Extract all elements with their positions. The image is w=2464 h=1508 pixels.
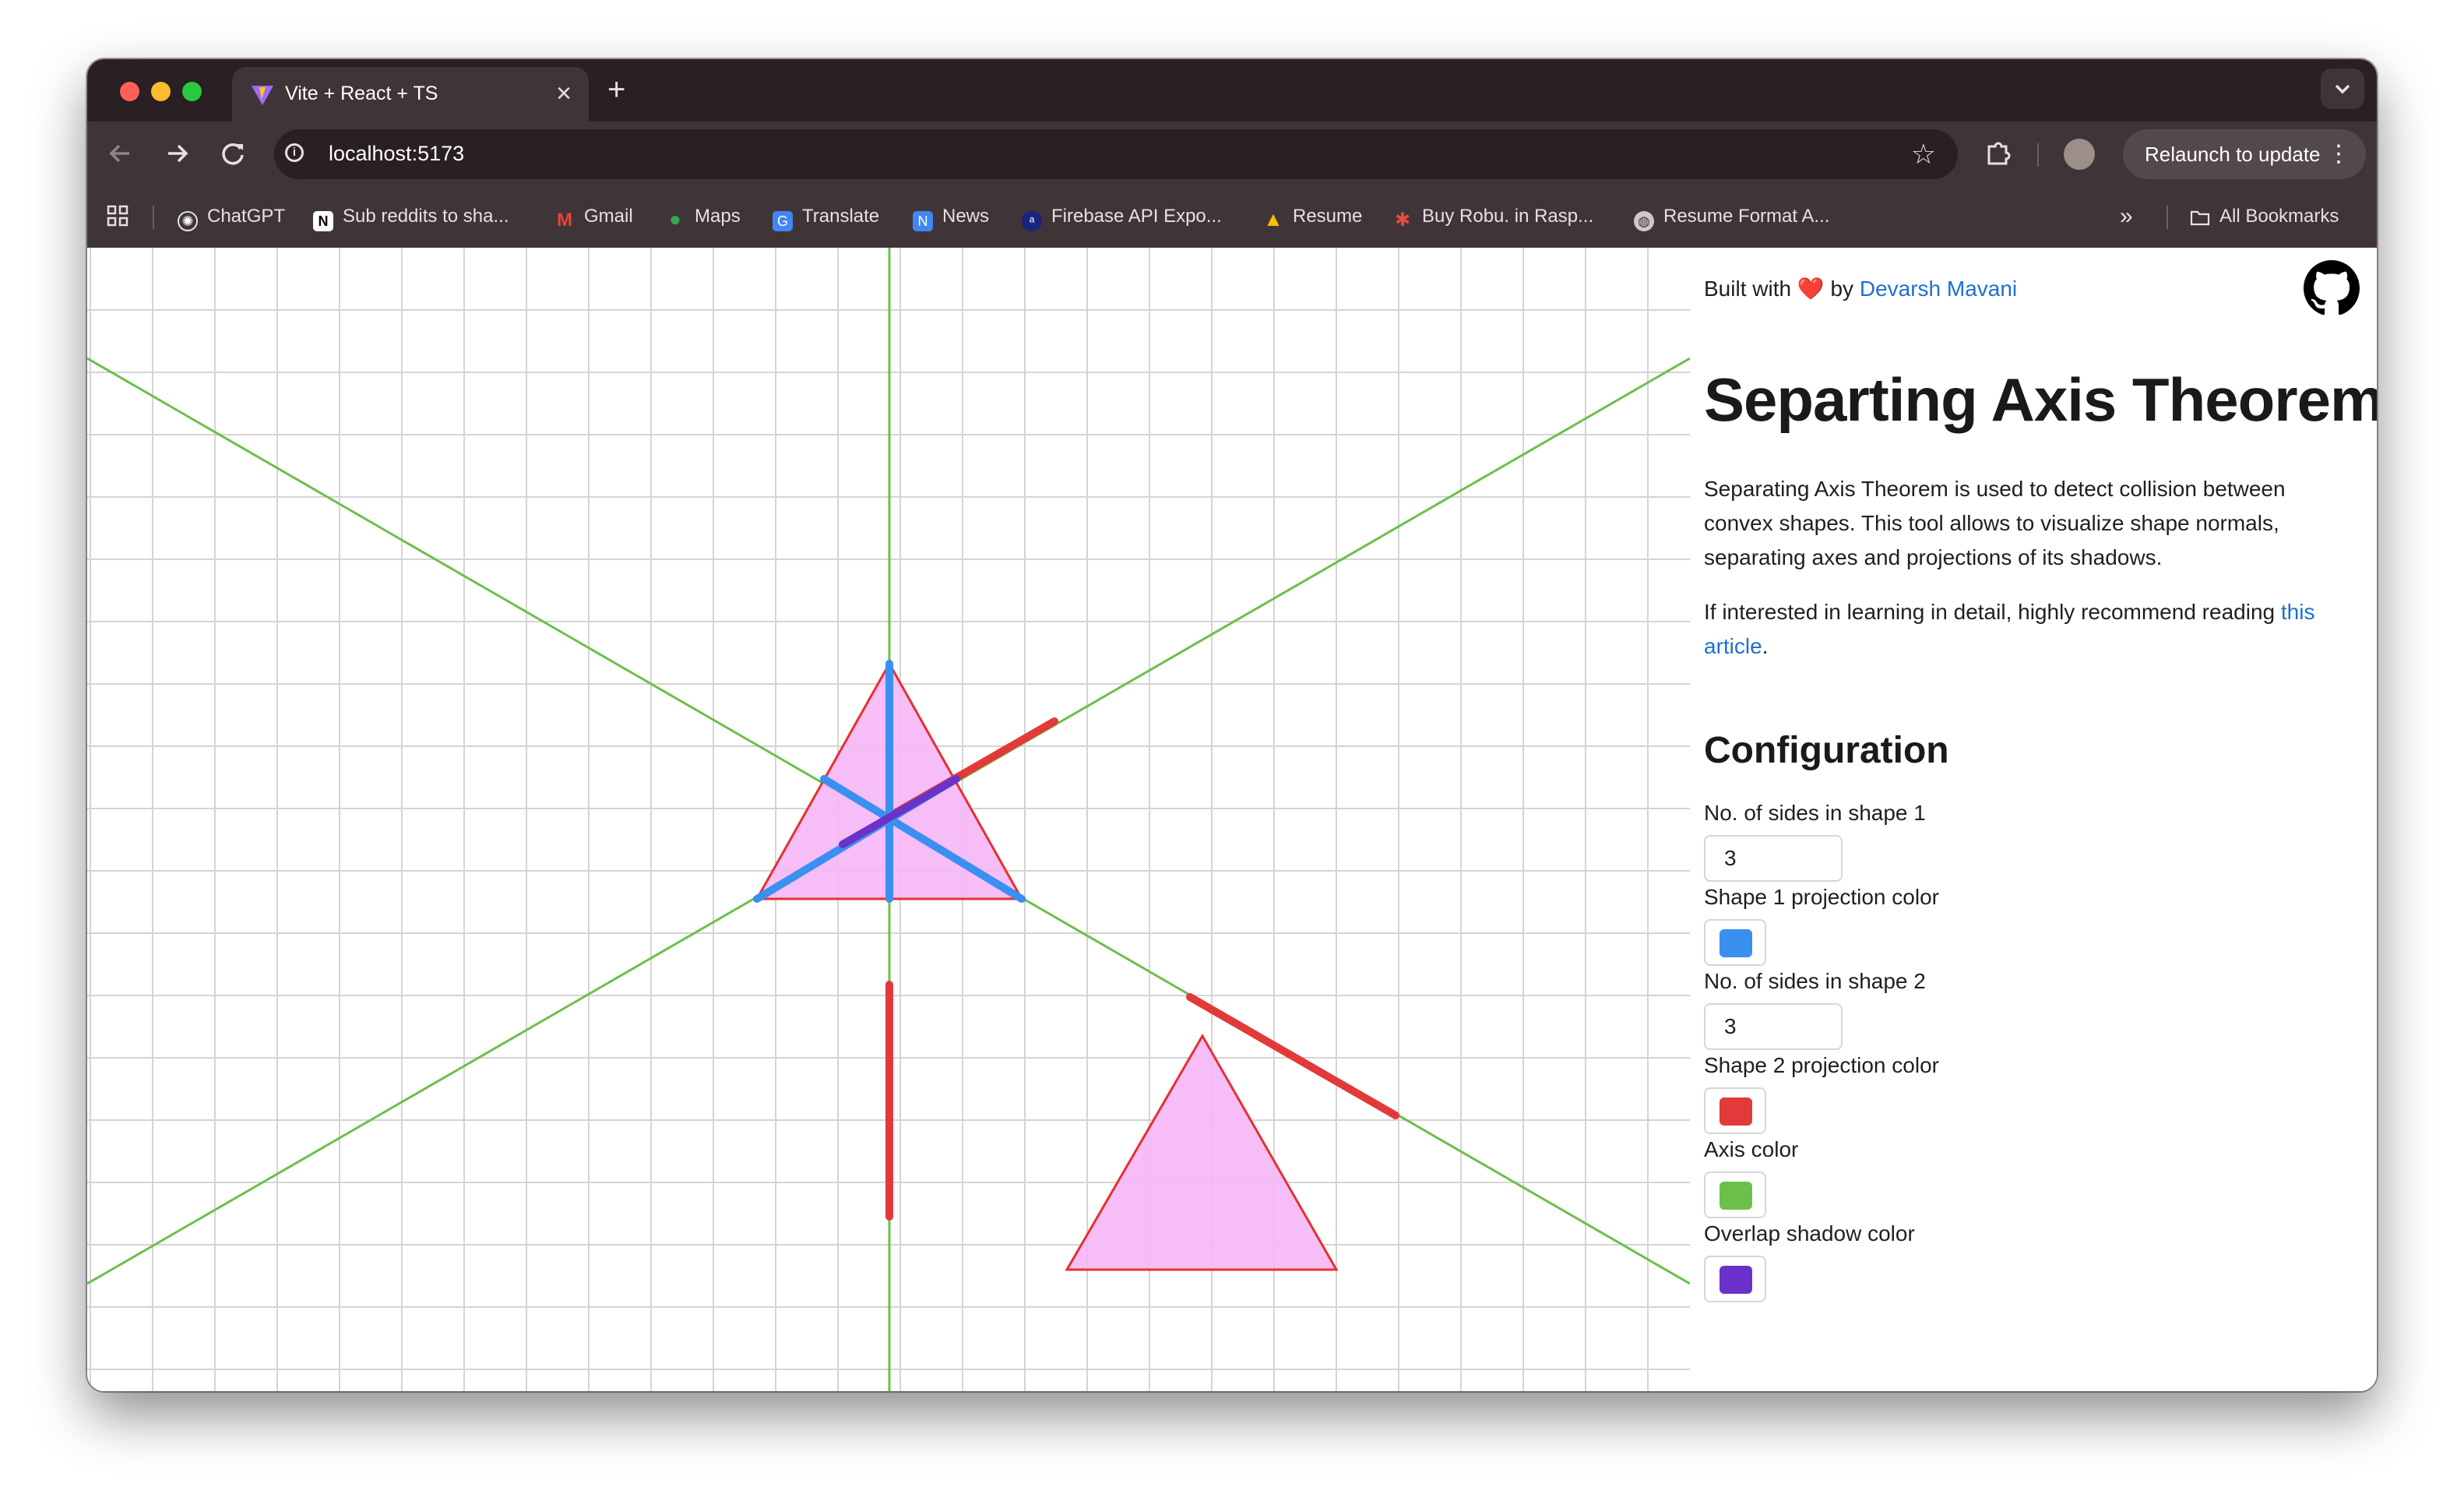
bookmark-subreddits[interactable]: N Sub reddits to sha...	[313, 203, 509, 231]
more-bookmarks-icon[interactable]: »	[2120, 203, 2133, 231]
forward-icon[interactable]	[159, 136, 195, 171]
chatgpt-icon: ✺	[178, 211, 198, 231]
toolbar-divider	[2037, 143, 2039, 167]
back-icon[interactable]	[103, 136, 139, 171]
site-info-icon[interactable]: i	[285, 143, 304, 162]
github-icon[interactable]	[2304, 260, 2360, 316]
shape-2-triangle	[1065, 1033, 1339, 1271]
news-icon: N	[913, 211, 933, 231]
tab-close-icon[interactable]: ×	[556, 78, 572, 109]
bookmark-label: Firebase API Expo...	[1051, 206, 1222, 227]
heart-icon: ❤️	[1797, 277, 1825, 301]
menu-dots-icon: ⋮	[2327, 141, 2350, 167]
shape1-color-picker[interactable]	[1704, 919, 1766, 966]
bookmark-label: ChatGPT	[207, 206, 286, 227]
built-with-text: Built with	[1704, 277, 1792, 301]
shape1-sides-input[interactable]: 3	[1704, 835, 1843, 882]
notion-icon: N	[313, 211, 333, 231]
bookmark-label: Maps	[695, 206, 741, 227]
configuration-heading: Configuration	[1704, 730, 1949, 771]
tab-title: Vite + React + TS	[285, 83, 438, 104]
folder-icon	[2190, 209, 2210, 229]
tab-search-button[interactable]	[2321, 69, 2364, 109]
all-bookmarks-label: All Bookmarks	[2219, 206, 2339, 227]
bookmark-firebase[interactable]: ᵃ Firebase API Expo...	[1022, 203, 1222, 231]
close-window-button[interactable]	[120, 82, 139, 101]
browser-window: Vite + React + TS × + i localhost:5173 ☆	[87, 59, 2377, 1391]
gmail-icon: M	[557, 210, 572, 231]
shape2-color-label: Shape 2 projection color	[1704, 1053, 1939, 1077]
relaunch-button[interactable]: Relaunch to update ⋮	[2123, 129, 2366, 179]
bookmark-robu[interactable]: ✱ Buy Robu. in Rasp...	[1392, 203, 1593, 231]
bookmark-label: Gmail	[584, 206, 633, 227]
axis-color-picker[interactable]	[1704, 1172, 1766, 1218]
bookmarks-divider	[2167, 206, 2168, 229]
bookmark-chatgpt[interactable]: ✺ ChatGPT	[178, 203, 285, 231]
shape1-color-label: Shape 1 projection color	[1704, 885, 1939, 909]
minimize-window-button[interactable]	[151, 82, 171, 101]
bookmark-resume-format[interactable]: ◍ Resume Format A...	[1634, 203, 1829, 231]
bookmark-star-icon[interactable]: ☆	[1911, 137, 1936, 171]
bookmark-label: Sub reddits to sha...	[343, 206, 509, 227]
sat-scene[interactable]	[87, 248, 1691, 1391]
bookmark-maps[interactable]: ● Maps	[665, 203, 741, 231]
globe-icon: ◍	[1634, 211, 1654, 231]
bookmark-label: Resume	[1293, 206, 1363, 227]
extensions-icon[interactable]	[1983, 137, 2014, 168]
axis-color-label: Axis color	[1704, 1137, 1799, 1161]
all-bookmarks-button[interactable]: All Bookmarks	[2190, 203, 2339, 231]
shape1-sides-label: No. of sides in shape 1	[1704, 801, 1926, 825]
shape2-sides-input[interactable]: 3	[1704, 1003, 1843, 1050]
reading-prefix: If interested in learning in detail, hig…	[1704, 600, 2276, 624]
robu-icon: ✱	[1394, 210, 1411, 231]
shape2-sides-label: No. of sides in shape 2	[1704, 969, 1926, 993]
bookmark-gmail[interactable]: M Gmail	[554, 203, 633, 231]
tab-strip: Vite + React + TS × +	[87, 59, 2377, 122]
drive-icon: ▲	[1263, 207, 1283, 231]
overlap-color-swatch	[1720, 1266, 1752, 1294]
axis-color-swatch	[1720, 1182, 1752, 1210]
reading-suffix: .	[1762, 634, 1769, 658]
bookmarks-bar: ✺ ChatGPT N Sub reddits to sha... M Gmail ●…	[87, 187, 2377, 248]
tab-active[interactable]: Vite + React + TS ×	[232, 67, 589, 122]
shape2-color-swatch	[1720, 1098, 1752, 1126]
bookmark-translate[interactable]: G Translate	[773, 203, 879, 231]
profile-avatar[interactable]	[2064, 139, 2095, 170]
firebase-icon: ᵃ	[1022, 211, 1042, 231]
bookmarks-divider	[153, 206, 154, 229]
new-tab-button[interactable]: +	[607, 70, 625, 109]
bookmark-label: Translate	[802, 206, 880, 227]
overlap-color-label: Overlap shadow color	[1704, 1221, 1915, 1246]
sat-canvas[interactable]	[87, 248, 1691, 1391]
author-link[interactable]: Devarsh Mavani	[1860, 277, 2017, 301]
maximize-window-button[interactable]	[182, 82, 202, 101]
browser-toolbar: i localhost:5173 ☆ Relaunch to update ⋮	[87, 122, 2377, 187]
maps-icon: ●	[669, 207, 681, 231]
shape2-color-picker[interactable]	[1704, 1087, 1766, 1134]
shape1-color-swatch	[1720, 929, 1752, 957]
built-by-text: by	[1830, 277, 1854, 301]
vite-icon	[252, 86, 273, 105]
bookmark-label: Buy Robu. in Rasp...	[1422, 206, 1594, 227]
translate-icon: G	[773, 211, 793, 231]
url-text[interactable]: localhost:5173	[329, 142, 464, 166]
description-text: Separating Axis Theorem is used to detec…	[1704, 477, 2286, 569]
page-content: Built with ❤️ by Devarsh Mavani Separtin…	[87, 248, 2377, 1391]
apps-grid-icon[interactable]	[106, 204, 129, 227]
bookmark-resume[interactable]: ▲ Resume	[1263, 203, 1362, 231]
overlap-color-picker[interactable]	[1704, 1256, 1766, 1302]
built-with-credit: Built with ❤️ by Devarsh Mavani	[1704, 276, 2017, 301]
reading-recommendation: If interested in learning in detail, hig…	[1704, 595, 2358, 664]
bookmark-label: News	[942, 206, 990, 227]
bookmark-label: Resume Format A...	[1663, 206, 1830, 227]
page-title: Separting Axis Theorem	[1704, 365, 2377, 434]
sidebar-panel: Built with ❤️ by Devarsh Mavani Separtin…	[1690, 248, 2377, 1391]
chevron-down-icon	[2335, 84, 2350, 94]
bookmark-news[interactable]: N News	[913, 203, 989, 231]
reload-icon[interactable]	[215, 136, 251, 171]
relaunch-label: Relaunch to update	[2145, 143, 2321, 166]
address-bar[interactable]: i localhost:5173 ☆	[274, 129, 1958, 179]
